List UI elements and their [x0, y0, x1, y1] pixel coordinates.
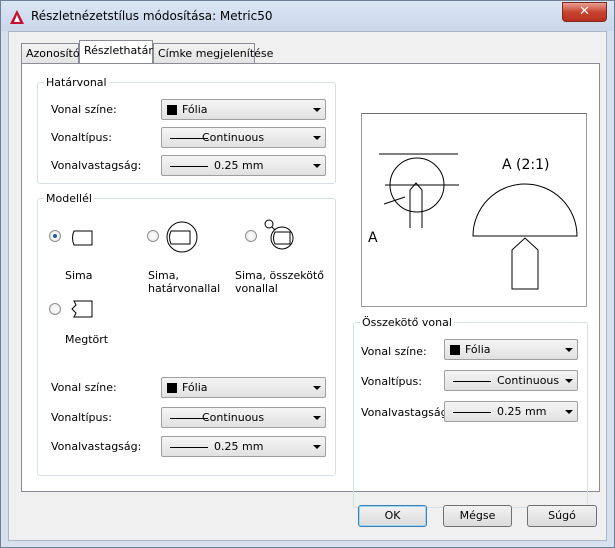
connection-linetype-dropdown[interactable]: Continuous [444, 370, 578, 391]
model-edge-color-label: Vonal színe: [51, 381, 117, 394]
radio-sima-hatarvonallal[interactable] [147, 230, 159, 242]
color-swatch [167, 383, 177, 393]
ok-button[interactable]: OK [358, 505, 427, 527]
chevron-down-icon [313, 386, 321, 390]
smooth-with-border-icon [166, 221, 198, 253]
chevron-down-icon [565, 410, 573, 414]
chevron-down-icon [565, 348, 573, 352]
model-edge-lineweight-dropdown[interactable]: 0.25 mm [161, 436, 326, 457]
boundary-linetype-label: Vonaltípus: [51, 131, 112, 144]
model-edge-linetype-label: Vonaltípus: [51, 411, 112, 424]
radio-sima[interactable] [49, 230, 61, 242]
dialog-window: Részletnézetstílus módosítása: Metric50 … [0, 0, 615, 548]
model-edge-group-title: Modellél [44, 192, 94, 205]
chevron-down-icon [565, 379, 573, 383]
option-sima-hatarvonallal-label: Sima, határvonallal [148, 269, 221, 295]
autocad-logo-icon [10, 10, 24, 24]
line-sample [453, 412, 491, 413]
detail-preview: A (2:1) A [361, 113, 587, 307]
boundary-color-dropdown[interactable]: Fólia [161, 99, 326, 120]
boundary-color-label: Vonal színe: [51, 103, 117, 116]
chevron-down-icon [313, 445, 321, 449]
boundary-group: Határvonal Vonal színe: Fólia Vonaltípus… [37, 76, 336, 184]
model-edge-linetype-dropdown[interactable]: Continuous [161, 407, 326, 428]
smooth-edge-icon [72, 230, 93, 246]
title-bar[interactable]: Részletnézetstílus módosítása: Metric50 … [1, 1, 614, 31]
boundary-lineweight-label: Vonalvastagság: [51, 159, 142, 172]
connection-linetype-label: Vonaltípus: [361, 375, 422, 388]
chevron-down-icon [313, 108, 321, 112]
tab-panel: Határvonal Vonal színe: Fólia Vonaltípus… [21, 63, 600, 508]
connection-line-group: Összekötő vonal Vonal színe: Fólia Vonal… [353, 316, 588, 508]
preview-drawing [379, 153, 578, 290]
connection-color-label: Vonal színe: [361, 345, 427, 358]
color-swatch [450, 345, 460, 355]
line-sample [170, 166, 208, 167]
radio-sima-osszekoto[interactable] [245, 230, 257, 242]
cancel-button[interactable]: Mégse [443, 505, 512, 527]
option-megtort-label: Megtört [65, 333, 109, 346]
model-edge-color-dropdown[interactable]: Fólia [161, 377, 326, 398]
window-title: Részletnézetstílus módosítása: Metric50 [31, 9, 273, 23]
model-edge-lineweight-label: Vonalvastagság: [51, 440, 142, 453]
jagged-edge-icon [71, 300, 93, 318]
connection-lineweight-label: Vonalvastagság: [361, 406, 452, 419]
boundary-group-title: Határvonal [44, 76, 109, 89]
line-sample [453, 381, 491, 382]
option-sima-label: Sima [65, 269, 93, 282]
preview-marker-label: A [368, 230, 378, 246]
boundary-linetype-dropdown[interactable]: Continuous [161, 127, 326, 148]
smooth-with-connection-icon [264, 219, 294, 250]
tab-cimke-megjelenitese[interactable]: Címke megjelenítése [153, 43, 273, 63]
connection-group-title: Összekötő vonal [360, 316, 454, 329]
close-button[interactable]: ✕ [562, 2, 607, 22]
connection-lineweight-dropdown[interactable]: 0.25 mm [444, 401, 578, 422]
color-swatch [167, 105, 177, 115]
chevron-down-icon [313, 416, 321, 420]
dialog-client: Azonosító Részlethatár Címke megjeleníté… [8, 31, 607, 541]
chevron-down-icon [313, 136, 321, 140]
tab-azonosito[interactable]: Azonosító [21, 43, 80, 63]
line-sample [170, 447, 208, 448]
option-sima-osszekoto-label: Sima, összekötő vonallal [235, 269, 324, 295]
preview-view-label: A (2:1) [502, 157, 550, 173]
help-button[interactable]: Súgó [527, 505, 597, 527]
connection-color-dropdown[interactable]: Fólia [444, 339, 578, 360]
chevron-down-icon [313, 164, 321, 168]
tab-reszlethatar[interactable]: Részlethatár [79, 40, 153, 63]
radio-megtort[interactable] [49, 303, 61, 315]
boundary-lineweight-dropdown[interactable]: 0.25 mm [161, 155, 326, 176]
model-edge-group: Modellél Sima Sima, határvonallal Sima, … [37, 192, 336, 476]
